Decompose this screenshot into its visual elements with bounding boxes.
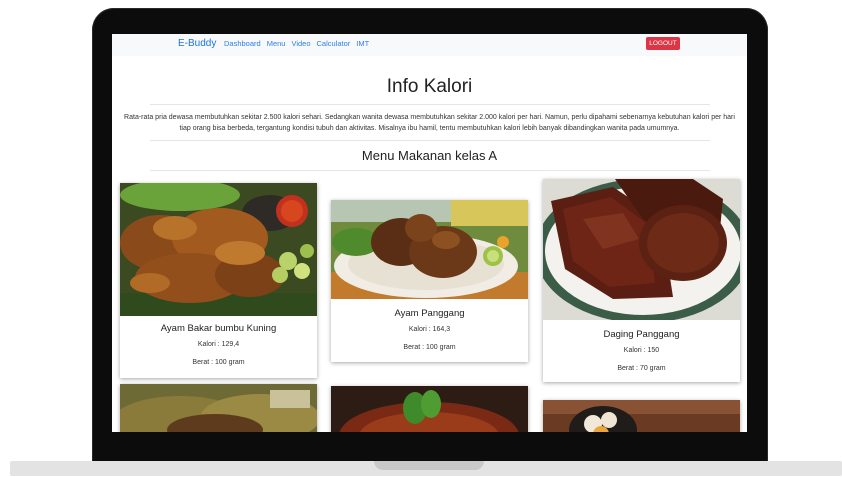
menu-card[interactable]: Ayam Bakar bumbu Kuning Kalori : 129,4 B…: [120, 183, 317, 378]
menu-card[interactable]: [331, 386, 528, 432]
menu-card[interactable]: [120, 384, 317, 432]
nav-links: Dashboard Menu Video Calculator IMT: [224, 39, 369, 48]
divider: [150, 104, 710, 105]
food-image-daging-panggang: [543, 179, 740, 320]
menu-card-kalori: Kalori : 150: [623, 347, 660, 354]
food-image-telur: [543, 400, 740, 432]
laptop-notch: [374, 461, 484, 470]
menu-card[interactable]: Ayam Panggang Kalori : 164,3 Berat : 100…: [331, 200, 528, 362]
section-title: Menu Makanan kelas A: [361, 148, 498, 163]
menu-card[interactable]: Daging Panggang Kalori : 150 Berat : 70 …: [543, 179, 740, 382]
divider: [150, 140, 710, 141]
menu-card-title: Ayam Panggang: [394, 308, 465, 319]
menu-card-title: Ayam Bakar bumbu Kuning: [160, 323, 277, 334]
nav-link-video[interactable]: Video: [291, 39, 310, 48]
nav-link-menu[interactable]: Menu: [267, 39, 286, 48]
nav-link-dashboard[interactable]: Dashboard: [224, 39, 261, 48]
logout-button[interactable]: LOGOUT: [646, 37, 680, 50]
menu-card-kalori: Kalori : 129,4: [197, 341, 240, 348]
menu-card-berat: Berat : 70 gram: [617, 365, 666, 372]
nav-link-imt[interactable]: IMT: [356, 39, 369, 48]
food-image-ayam-bakar: [120, 183, 317, 316]
divider: [150, 170, 710, 171]
menu-card-kalori: Kalori : 164,3: [408, 326, 451, 333]
menu-card[interactable]: [543, 400, 740, 432]
navbar: E-Buddy Dashboard Menu Video Calculator …: [112, 34, 747, 56]
page-title: Info Kalori: [386, 76, 473, 97]
food-image-pepes: [120, 384, 317, 432]
menu-card-berat: Berat : 100 gram: [403, 344, 456, 351]
brand-link[interactable]: E-Buddy: [178, 38, 216, 49]
intro-paragraph: Rata-rata pria dewasa membutuhkan sekita…: [124, 114, 735, 132]
menu-card-berat: Berat : 100 gram: [192, 359, 245, 366]
browser-viewport: E-Buddy Dashboard Menu Video Calculator …: [112, 34, 747, 432]
menu-card-title: Daging Panggang: [603, 329, 680, 340]
food-image-rendang: [331, 386, 528, 432]
nav-link-calculator[interactable]: Calculator: [317, 39, 351, 48]
food-image-ayam-panggang: [331, 200, 528, 299]
